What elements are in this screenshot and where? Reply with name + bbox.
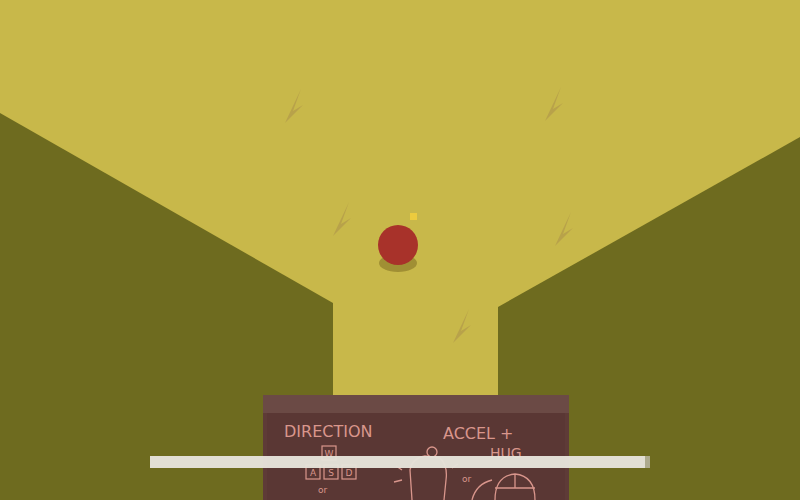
sign-top — [263, 395, 569, 413]
mouse-icon — [472, 474, 535, 500]
direction-label: DIRECTION — [284, 422, 373, 441]
svg-text:D: D — [346, 468, 353, 478]
accel-label: ACCEL + — [443, 424, 514, 443]
direction-or: or — [318, 485, 328, 495]
grass-tuft-icon — [285, 89, 303, 123]
hand-icon — [394, 447, 458, 500]
grass-tuft-icon — [453, 309, 471, 343]
svg-text:A: A — [310, 468, 317, 478]
loading-bar-fill — [150, 456, 645, 468]
game-canvas[interactable]: DIRECTIONWASDorACCEL +HUGor — [0, 0, 800, 500]
pickup — [410, 213, 417, 220]
game-screen[interactable]: DIRECTIONWASDorACCEL +HUGor — [0, 0, 800, 500]
player-ball[interactable] — [378, 225, 418, 265]
controls-sign: DIRECTIONWASDorACCEL +HUGor — [263, 395, 569, 500]
grass-tuft-icon — [333, 202, 351, 236]
grass-tuft-icon — [555, 212, 573, 246]
svg-text:S: S — [328, 468, 334, 478]
ground — [0, 0, 800, 500]
loading-bar — [150, 456, 650, 468]
accel-or: or — [462, 474, 472, 484]
grass-tuft-icon — [545, 87, 563, 121]
sign-board — [263, 395, 569, 500]
